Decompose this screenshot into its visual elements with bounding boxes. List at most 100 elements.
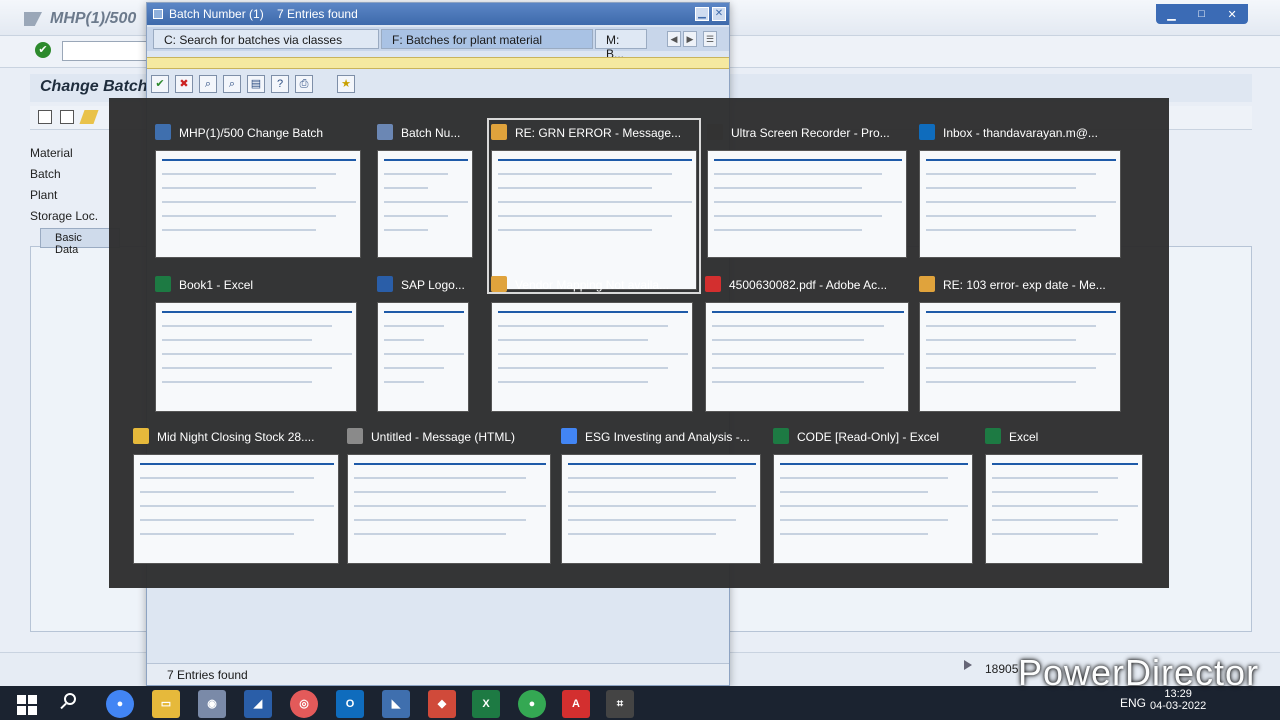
switcher-window-label: Excel xyxy=(1009,430,1039,444)
switcher-window-8[interactable]: Vendor Mapping Not availa... xyxy=(491,274,693,412)
switcher-window-7[interactable]: SAP Logo... xyxy=(377,274,469,412)
window-thumbnail xyxy=(561,454,761,564)
switcher-window-4[interactable]: Ultra Screen Recorder - Pro... xyxy=(707,122,907,258)
thumbnail-line xyxy=(384,215,448,217)
copy-icon[interactable] xyxy=(60,110,74,124)
switcher-window-9[interactable]: 4500630082.pdf - Adobe Ac... xyxy=(705,274,909,412)
sap-logon-icon xyxy=(377,276,393,292)
switcher-window-label: Untitled - Message (HTML) xyxy=(371,430,516,444)
windows-start-icon[interactable] xyxy=(14,690,42,718)
command-field[interactable] xyxy=(62,41,152,61)
mail-icon xyxy=(491,276,507,292)
thumbnail-line xyxy=(162,325,332,327)
find-icon[interactable]: ⌕ xyxy=(199,75,217,93)
search-icon[interactable] xyxy=(60,693,78,711)
thumbnail-line xyxy=(780,491,928,493)
switcher-window-3[interactable]: RE: GRN ERROR - Message... xyxy=(487,118,701,294)
thumbnail-line xyxy=(384,353,464,355)
switcher-window-10[interactable]: RE: 103 error- exp date - Me... xyxy=(919,274,1121,412)
dialog-entries-count: 7 Entries found xyxy=(277,7,358,21)
switcher-window-label: 4500630082.pdf - Adobe Ac... xyxy=(729,278,888,292)
switcher-window-13[interactable]: ESG Investing and Analysis -... xyxy=(561,426,761,564)
taskbar-screen-icon[interactable]: ◆ xyxy=(428,690,456,718)
thumbnail-line xyxy=(926,325,1096,327)
thumbnail-line xyxy=(714,215,882,217)
thumbnail-line xyxy=(162,381,312,383)
thumbnail-line xyxy=(384,367,444,369)
thumbnail-line xyxy=(384,187,428,189)
field-label-storage-loc: Storage Loc. xyxy=(30,209,99,223)
close-icon[interactable]: ✕ xyxy=(1227,8,1236,21)
taskbar-recorder-icon[interactable]: ◉ xyxy=(198,690,226,718)
taskbar-outlook-icon[interactable]: O xyxy=(336,690,364,718)
enter-check-icon[interactable]: ✔ xyxy=(35,42,51,58)
thumbnail-line xyxy=(384,325,444,327)
switcher-window-label: Batch Nu... xyxy=(401,126,461,140)
taskbar-sap-logon-icon[interactable]: ◢ xyxy=(244,690,272,718)
switcher-window-5[interactable]: Inbox - thandavarayan.m@... xyxy=(919,122,1121,258)
clock-date: 04-03-2022 xyxy=(1150,700,1207,712)
window-thumbnail xyxy=(377,302,469,412)
window-thumbnail xyxy=(377,150,473,258)
switcher-window-6[interactable]: Book1 - Excel xyxy=(155,274,357,412)
window-controls[interactable]: ▁ □ ✕ xyxy=(1156,4,1248,24)
dialog-tabs: C: Search for batches via classes F: Bat… xyxy=(147,27,729,61)
thumbnail-line xyxy=(992,519,1118,521)
window-thumbnail xyxy=(707,150,907,258)
switcher-window-15[interactable]: Excel xyxy=(985,426,1143,564)
taskbar-chrome-icon[interactable]: ● xyxy=(106,690,134,718)
window-thumbnail xyxy=(705,302,909,412)
taskbar-excel-icon[interactable]: X xyxy=(472,690,500,718)
dialog-message-band xyxy=(147,57,729,69)
thumbnail-line xyxy=(926,311,1116,313)
thumbnail-line xyxy=(384,311,464,313)
cancel-icon[interactable]: ✖ xyxy=(175,75,193,93)
taskbar-explorer-icon[interactable]: ▭ xyxy=(152,690,180,718)
tab-plant-material[interactable]: F: Batches for plant material xyxy=(381,29,593,49)
print-icon[interactable]: ⎙ xyxy=(295,75,313,93)
taskbar-sap-icon[interactable]: ◣ xyxy=(382,690,410,718)
input-language[interactable]: ENG xyxy=(1120,696,1146,710)
dialog-close-icon[interactable]: ✕ xyxy=(712,7,726,21)
window-thumbnail xyxy=(919,302,1121,412)
thumbnail-line xyxy=(140,533,294,535)
thumbnail-line xyxy=(162,201,356,203)
taskbar-app-icon[interactable]: ◎ xyxy=(290,690,318,718)
thumbnail-line xyxy=(712,311,904,313)
tab-basic-data[interactable]: Basic Data xyxy=(40,228,120,256)
page-title: Change Batch xyxy=(40,78,148,95)
thumbnail-line xyxy=(140,463,334,465)
switcher-window-1[interactable]: MHP(1)/500 Change Batch xyxy=(155,122,361,258)
switcher-window-12[interactable]: Untitled - Message (HTML) xyxy=(347,426,551,564)
taskbar-snip-icon[interactable]: ⌗ xyxy=(606,690,634,718)
tab-more[interactable]: M: B... xyxy=(595,29,647,61)
switcher-window-11[interactable]: Mid Night Closing Stock 28.... xyxy=(133,426,339,564)
tab-prev-icon[interactable]: ◀ xyxy=(667,31,681,47)
help-icon[interactable]: ? xyxy=(271,75,289,93)
switcher-window-label: SAP Logo... xyxy=(401,278,465,292)
thumbnail-line xyxy=(780,505,968,507)
tab-search-classes[interactable]: C: Search for batches via classes xyxy=(153,29,379,49)
thumbnail-line xyxy=(714,159,902,161)
switcher-window-14[interactable]: CODE [Read-Only] - Excel xyxy=(773,426,973,564)
edit-icon[interactable] xyxy=(79,110,99,124)
favorite-icon[interactable]: ★ xyxy=(337,75,355,93)
watermark: PowerDirector xyxy=(1018,652,1260,693)
tab-next-icon[interactable]: ▶ xyxy=(683,31,697,47)
field-label-batch: Batch xyxy=(30,167,61,181)
new-doc-icon[interactable] xyxy=(38,110,52,124)
dialog-minimize-icon[interactable]: ▁ xyxy=(695,7,709,21)
minimize-icon[interactable]: ▁ xyxy=(1167,8,1175,21)
switcher-window-label: CODE [Read-Only] - Excel xyxy=(797,430,940,444)
thumbnail-line xyxy=(926,159,1116,161)
find-next-icon[interactable]: ⌕ xyxy=(223,75,241,93)
dialog-icon xyxy=(153,9,163,19)
status-expand-icon[interactable] xyxy=(964,660,972,670)
confirm-icon[interactable]: ✔ xyxy=(151,75,169,93)
tab-list-icon[interactable]: ☰ xyxy=(703,31,717,47)
taskbar-pdf-icon[interactable]: A xyxy=(562,690,590,718)
taskbar-chrome2-icon[interactable]: ● xyxy=(518,690,546,718)
maximize-icon[interactable]: □ xyxy=(1198,8,1205,20)
layout-icon[interactable]: ▤ xyxy=(247,75,265,93)
switcher-window-2[interactable]: Batch Nu... xyxy=(377,122,473,258)
